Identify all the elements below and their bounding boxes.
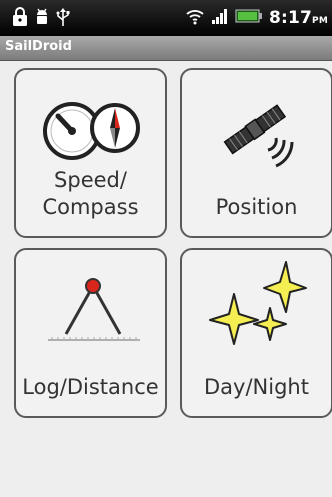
tile-label: Position bbox=[215, 195, 298, 219]
lock-icon bbox=[12, 7, 28, 31]
dividers-icon bbox=[46, 274, 142, 350]
tile-label: Day/Night bbox=[204, 375, 309, 399]
app-title-bar: SailDroid bbox=[0, 36, 332, 61]
clock-ampm: PM bbox=[312, 16, 328, 26]
battery-icon bbox=[235, 8, 263, 28]
app-title: SailDroid bbox=[5, 39, 72, 54]
android-debug-icon bbox=[34, 7, 50, 31]
speed-compass-button[interactable]: Speed/ Compass bbox=[14, 68, 167, 238]
wifi-icon bbox=[185, 6, 205, 30]
signal-icon bbox=[211, 6, 229, 30]
tile-label-line1: Speed/ bbox=[54, 168, 127, 192]
satellite-icon bbox=[216, 86, 306, 180]
status-bar: 8:17PM bbox=[0, 0, 332, 36]
tile-label-line2: Compass bbox=[42, 195, 139, 219]
stars-icon bbox=[208, 258, 308, 352]
day-night-button[interactable]: Day/Night bbox=[180, 248, 332, 418]
log-distance-button[interactable]: Log/Distance bbox=[14, 248, 167, 418]
position-button[interactable]: Position bbox=[180, 68, 332, 238]
tile-label: Log/Distance bbox=[22, 375, 159, 399]
speedometer-compass-icon bbox=[42, 96, 142, 170]
clock: 8:17PM bbox=[269, 8, 328, 28]
tile-label: Speed/ Compass bbox=[16, 167, 165, 221]
usb-icon bbox=[56, 7, 70, 31]
clock-time: 8:17 bbox=[268, 8, 313, 28]
